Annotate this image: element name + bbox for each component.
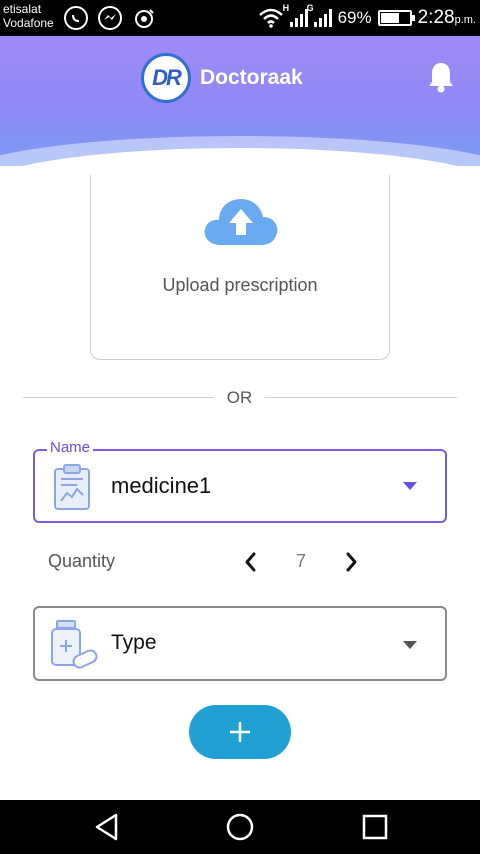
signal-icon: G	[307, 3, 332, 27]
status-bar: etisalat Vodafone H G 69% 2:28p.m.	[0, 0, 480, 36]
network-type-1: H	[282, 3, 290, 13]
signal-icon: H	[283, 3, 308, 27]
chevron-down-icon	[403, 482, 417, 490]
recents-icon[interactable]	[360, 812, 390, 842]
chevron-left-icon	[245, 552, 256, 572]
messenger-icon	[98, 6, 122, 30]
pill-bottle-icon	[49, 619, 99, 671]
logo-icon: DR	[141, 53, 191, 103]
battery-icon	[377, 10, 415, 26]
divider-line-right	[265, 397, 457, 398]
bell-icon[interactable]	[426, 60, 456, 94]
medicine-type-value: Type	[111, 631, 157, 654]
or-divider-text: OR	[226, 388, 253, 407]
battery-fill	[380, 13, 400, 23]
quantity-value: 7	[295, 551, 306, 571]
clock-suffix: p.m.	[454, 14, 476, 26]
upload-prescription-card[interactable]: Upload prescription	[90, 175, 390, 360]
battery-percent: 69%	[337, 8, 372, 27]
wifi-icon	[258, 8, 284, 28]
carrier-names: etisalat Vodafone	[3, 2, 54, 30]
plus-icon	[230, 722, 250, 742]
alarm-icon	[132, 6, 156, 30]
network-type-2: G	[306, 3, 314, 13]
medicine-name-value: medicine1	[111, 473, 212, 498]
clipboard-chart-icon	[53, 463, 91, 511]
home-icon[interactable]	[225, 812, 255, 842]
chevron-right-icon	[346, 552, 357, 572]
chevron-down-icon	[403, 641, 417, 649]
system-nav-bar	[0, 800, 480, 854]
logo-text: DR	[152, 65, 182, 90]
notification-icons	[64, 6, 156, 30]
add-medicine-button[interactable]	[189, 705, 291, 759]
upload-label: Upload prescription	[162, 275, 318, 295]
medicine-name-select[interactable]: Name medicine1	[33, 439, 447, 523]
app-header: DR Doctoraak	[0, 36, 480, 166]
back-icon[interactable]	[92, 812, 122, 842]
clock: 2:28p.m.	[418, 7, 476, 29]
system-status: H G 69% 2:28p.m.	[258, 0, 476, 36]
quantity-label: Quantity	[48, 551, 116, 571]
name-field-label: Name	[47, 439, 94, 456]
clock-time: 2:28	[417, 7, 455, 28]
carrier-1: etisalat	[3, 2, 42, 16]
cloud-upload-icon	[203, 195, 279, 247]
medicine-type-select[interactable]: Type	[33, 606, 447, 681]
quantity-decrease-button[interactable]	[238, 547, 264, 577]
quantity-increase-button[interactable]	[338, 547, 364, 577]
divider-line-left	[23, 397, 214, 398]
whatsapp-icon	[64, 6, 88, 30]
app-title: Doctoraak	[200, 66, 303, 89]
carrier-2: Vodafone	[3, 16, 54, 30]
